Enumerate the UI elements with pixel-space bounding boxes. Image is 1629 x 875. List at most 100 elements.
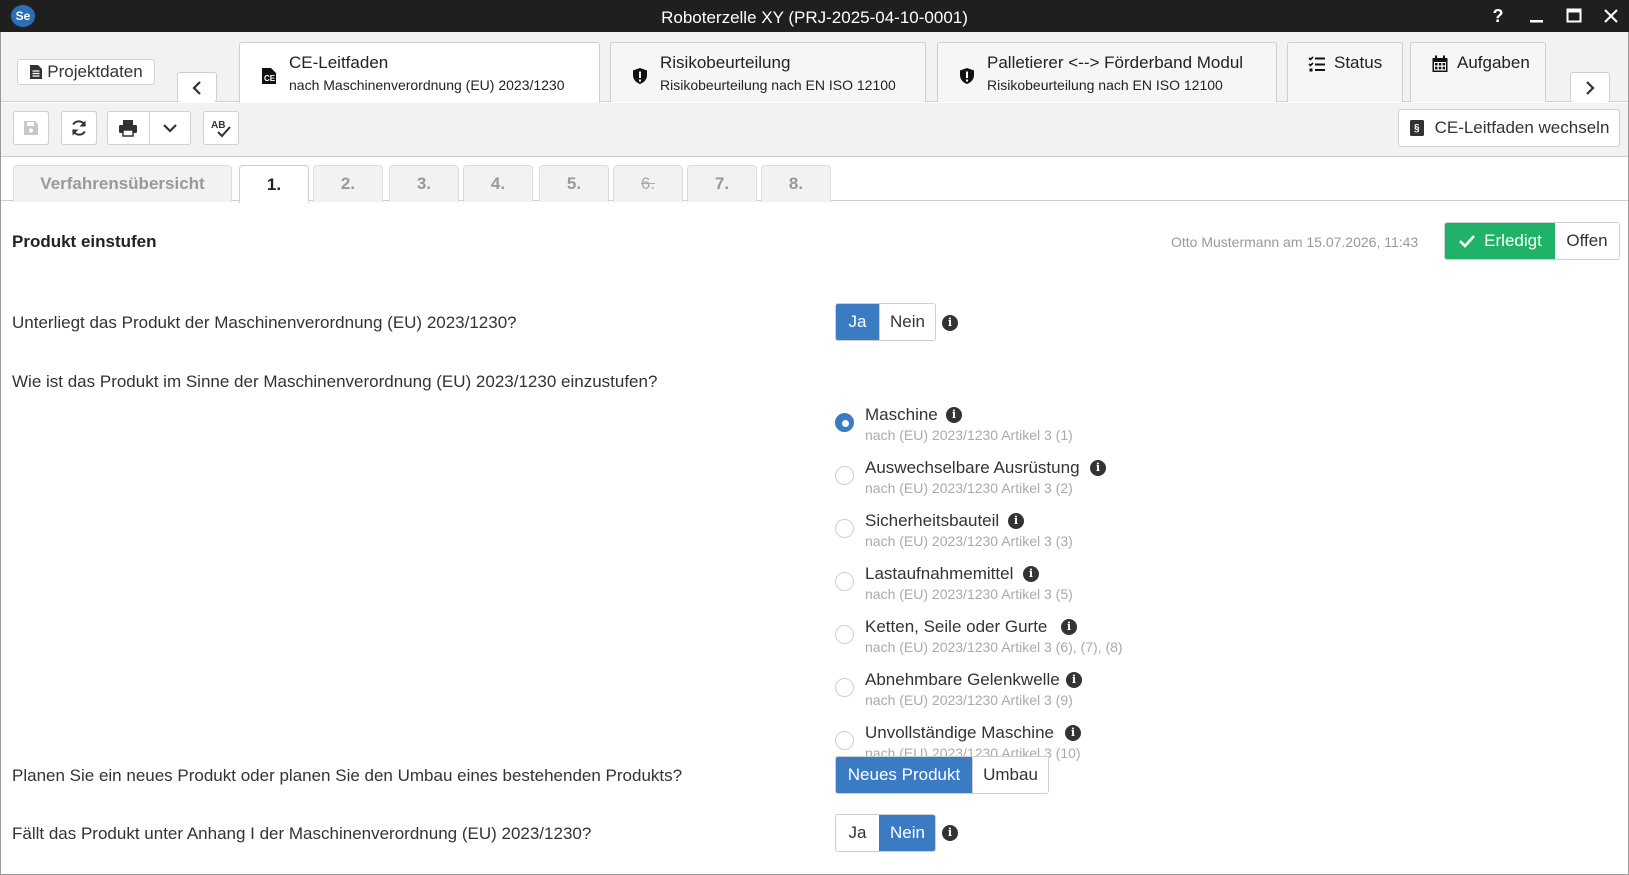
info-icon[interactable]: i: [1066, 672, 1082, 688]
save-button[interactable]: [13, 111, 49, 145]
option-legal-reference: nach (EU) 2023/1230 Artikel 3 (9): [865, 692, 1073, 708]
tab-step-8[interactable]: 8.: [761, 165, 831, 202]
radio-button[interactable]: [835, 625, 854, 644]
projektdaten-button[interactable]: Projektdaten: [17, 59, 155, 85]
completion-meta: Otto Mustermann am 15.07.2026, 11:43: [1171, 234, 1419, 250]
info-icon[interactable]: i: [942, 825, 958, 841]
tab-step-4[interactable]: 4.: [463, 165, 533, 202]
classification-option[interactable]: Lastaufnahmemittel i nach (EU) 2023/1230 A…: [835, 564, 1235, 614]
tab-step-2[interactable]: 2.: [313, 165, 383, 202]
info-icon[interactable]: i: [1090, 460, 1106, 476]
tab-step-5[interactable]: 5.: [539, 165, 609, 202]
radio-button[interactable]: [835, 572, 854, 591]
option-label: Unvollständige Maschine: [865, 723, 1054, 742]
tab-risikobeurteilung[interactable]: Risikobeurteilung Risikobeurteilung nach…: [610, 42, 926, 102]
classification-option[interactable]: Sicherheitsbauteil i nach (EU) 2023/1230 A…: [835, 511, 1235, 561]
tabs-scroll-left-button[interactable]: [177, 72, 217, 102]
print-options-dropdown[interactable]: [148, 112, 190, 144]
question-annex-one: Fällt das Produkt unter Anhang I der Mas…: [12, 824, 592, 843]
maximize-icon: [1566, 8, 1582, 23]
status-open-button[interactable]: Offen: [1555, 223, 1619, 259]
info-icon[interactable]: i: [1008, 513, 1024, 529]
q3-product-type-toggle: Neues Produkt Umbau: [835, 756, 1049, 794]
document-tabbar: Projektdaten CE CE-Leitfaden nach Maschi…: [1, 32, 1628, 103]
radio-button[interactable]: [835, 731, 854, 750]
tab-aufgaben-title: Aufgaben: [1457, 53, 1530, 72]
classification-option[interactable]: Maschine i nach (EU) 2023/1230 Artikel 3 (…: [835, 405, 1235, 455]
radio-button[interactable]: [835, 519, 854, 538]
classification-option[interactable]: Auswechselbare Ausrüstung i nach (EU) 2023…: [835, 458, 1235, 508]
maximize-button[interactable]: [1554, 0, 1594, 32]
shield-exclamation-icon: [633, 68, 647, 84]
spellcheck-button[interactable]: AB: [203, 111, 239, 145]
classification-option[interactable]: Ketten, Seile oder Gurte i nach (EU) 2023/…: [835, 617, 1235, 667]
question-machinery-regulation: Unterliegt das Produkt der Maschinenvero…: [12, 313, 517, 332]
tab-palletierer-subtitle: Risikobeurteilung nach EN ISO 12100: [987, 77, 1223, 93]
printer-icon: [119, 120, 138, 137]
print-button[interactable]: [108, 112, 149, 144]
tab-ce-leitfaden[interactable]: CE CE-Leitfaden nach Maschinenverordnung…: [239, 42, 600, 103]
info-icon[interactable]: i: [946, 407, 962, 423]
tab-aufgaben[interactable]: Aufgaben: [1410, 42, 1546, 102]
radio-button[interactable]: [835, 678, 854, 697]
chevron-right-icon: [1586, 80, 1595, 95]
info-icon[interactable]: i: [942, 315, 958, 331]
option-legal-reference: nach (EU) 2023/1230 Artikel 3 (2): [865, 480, 1073, 496]
q1-no-option[interactable]: Nein: [879, 304, 935, 340]
tab-palletierer-modul[interactable]: Palletierer <--> Förderband Modul Risiko…: [937, 42, 1277, 102]
tab-step-7[interactable]: 7.: [687, 165, 757, 202]
tab-ce-leitfaden-title: CE-Leitfaden: [289, 53, 389, 72]
info-icon[interactable]: i: [1065, 725, 1081, 741]
q4-yes-no-toggle: Ja Nein: [835, 814, 936, 852]
document-icon: [30, 65, 43, 79]
option-label: Sicherheitsbauteil: [865, 511, 1000, 530]
switch-ce-guide-button[interactable]: § CE-Leitfaden wechseln: [1398, 109, 1620, 147]
q1-yes-option[interactable]: Ja: [836, 304, 879, 340]
q4-no-option[interactable]: Nein: [879, 815, 935, 851]
step-tabbar: Verfahrensübersicht 1. 2. 3. 4. 5. 6. 7.…: [1, 158, 1628, 203]
chevron-left-icon: [192, 80, 201, 95]
title-bar: Se Roboterzelle XY (PRJ-2025-04-10-0001)…: [0, 0, 1629, 32]
option-legal-reference: nach (EU) 2023/1230 Artikel 3 (5): [865, 586, 1073, 602]
minimize-button[interactable]: [1516, 0, 1556, 32]
save-icon: [24, 121, 38, 135]
chevron-down-icon: [163, 124, 177, 133]
tab-step-3[interactable]: 3.: [389, 165, 459, 202]
close-button[interactable]: [1591, 0, 1629, 32]
info-icon[interactable]: i: [1023, 566, 1039, 582]
refresh-icon: [72, 120, 86, 136]
print-button-group: [107, 111, 191, 145]
refresh-button[interactable]: [61, 111, 97, 145]
classification-option[interactable]: Abnehmbare Gelenkwelle i nach (EU) 2023/12…: [835, 670, 1235, 720]
radio-button[interactable]: [835, 466, 854, 485]
option-label: Lastaufnahmemittel: [865, 564, 1014, 583]
projektdaten-label: Projektdaten: [47, 62, 143, 81]
tab-verfahrensuebersicht[interactable]: Verfahrensübersicht: [13, 165, 232, 202]
svg-text:CE: CE: [264, 74, 276, 83]
q4-yes-option[interactable]: Ja: [836, 815, 879, 851]
tab-step-6: 6.: [613, 165, 683, 202]
tabs-scroll-right-button[interactable]: [1570, 72, 1610, 102]
checkmark-icon: [1459, 235, 1476, 248]
q3-new-product-option[interactable]: Neues Produkt: [836, 757, 972, 793]
option-label: Auswechselbare Ausrüstung: [865, 458, 1080, 477]
law-book-icon: §: [1409, 120, 1424, 136]
option-label: Abnehmbare Gelenkwelle: [865, 670, 1060, 689]
info-icon[interactable]: i: [1061, 619, 1077, 635]
help-button[interactable]: ?: [1478, 0, 1518, 32]
option-legal-reference: nach (EU) 2023/1230 Artikel 3 (6), (7), …: [865, 639, 1123, 655]
tab-risikobeurteilung-title: Risikobeurteilung: [660, 53, 791, 72]
tab-step-1[interactable]: 1.: [239, 165, 309, 203]
shield-exclamation-icon: [960, 68, 974, 84]
status-done-button[interactable]: Erledigt: [1445, 223, 1555, 259]
section-title: Produkt einstufen: [12, 232, 157, 251]
option-legal-reference: nach (EU) 2023/1230 Artikel 3 (1): [865, 427, 1073, 443]
radio-button[interactable]: [835, 413, 854, 432]
q3-rebuild-option[interactable]: Umbau: [972, 757, 1048, 793]
close-icon: [1604, 9, 1618, 23]
question-new-or-rebuild: Planen Sie ein neues Produkt oder planen…: [12, 766, 683, 785]
tab-palletierer-title: Palletierer <--> Förderband Modul: [987, 53, 1244, 72]
tab-status[interactable]: Status: [1287, 42, 1403, 102]
ce-document-icon: CE: [262, 68, 276, 84]
checklist-icon: [1308, 56, 1325, 72]
